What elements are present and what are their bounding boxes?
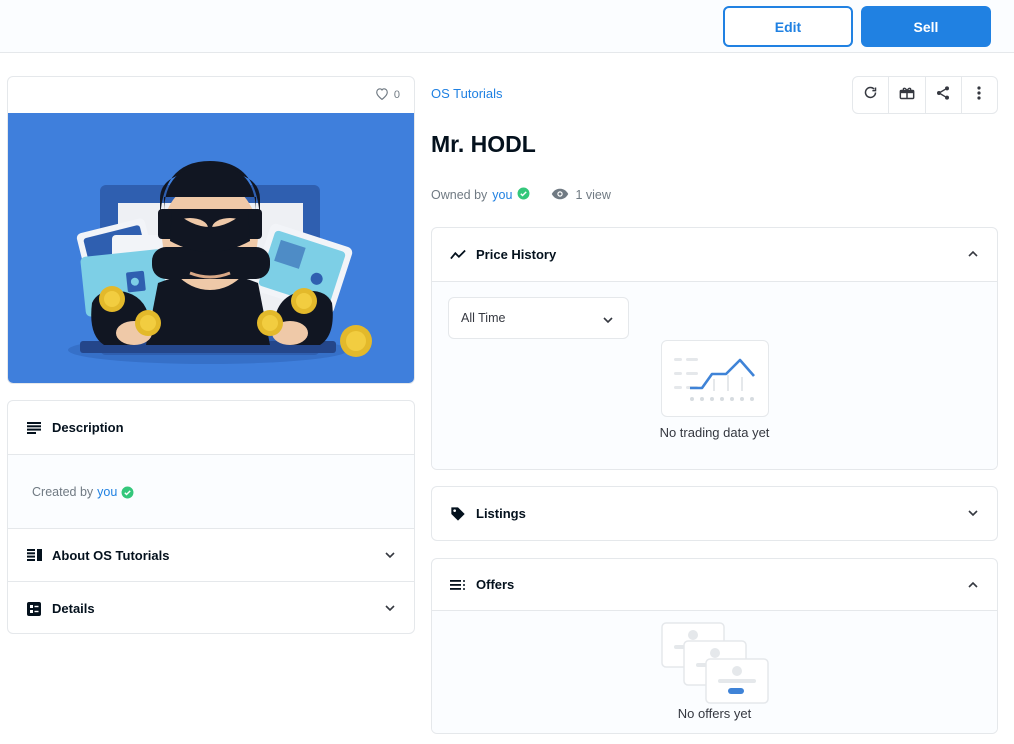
item-image[interactable] — [8, 113, 414, 383]
about-title: About OS Tutorials — [52, 547, 170, 563]
no-offers-text: No offers yet — [677, 706, 752, 721]
created-by-label: Created by — [32, 485, 94, 499]
verified-icon — [121, 486, 134, 502]
item-media-card: 0 — [7, 76, 415, 384]
list-icon — [450, 577, 466, 593]
chevron-up-icon[interactable] — [967, 579, 979, 594]
offers-body: No offers yet — [432, 611, 997, 733]
chevron-down-icon[interactable] — [384, 602, 396, 617]
price-history-card: Price History All Time No trading data y… — [431, 227, 998, 470]
refresh-button[interactable] — [853, 77, 890, 113]
details-header[interactable]: Details — [8, 582, 414, 633]
item-info-card: Description Created by you About OS Tuto… — [7, 400, 415, 634]
details-icon — [26, 601, 42, 617]
top-action-bar: Edit Sell — [0, 0, 1014, 53]
offers-title: Offers — [476, 577, 515, 592]
listings-title: Listings — [476, 506, 526, 521]
chevron-up-icon[interactable] — [967, 248, 979, 263]
item-actions — [852, 76, 998, 114]
listings-card: Listings — [431, 486, 998, 541]
favorites-count: 0 — [393, 89, 400, 101]
more-button[interactable] — [962, 77, 997, 113]
owner-link[interactable]: you — [492, 188, 512, 202]
empty-offers-icon — [660, 621, 772, 705]
creator-link[interactable]: you — [97, 485, 117, 499]
time-range-select[interactable]: All Time — [448, 297, 629, 339]
collection-link[interactable]: OS Tutorials — [431, 86, 503, 101]
sell-button[interactable]: Sell — [861, 6, 991, 47]
price-history-body: All Time No trading data yet — [432, 282, 997, 469]
price-history-title: Price History — [476, 247, 557, 262]
tag-icon — [450, 506, 466, 522]
chevron-down-icon[interactable] — [384, 549, 396, 564]
chevron-down-icon[interactable] — [967, 507, 979, 522]
transfer-button[interactable] — [889, 77, 926, 113]
heart-icon[interactable] — [375, 87, 389, 103]
media-header: 0 — [8, 77, 414, 113]
refresh-icon — [863, 85, 878, 105]
eye-icon — [551, 188, 569, 203]
details-title: Details — [52, 601, 95, 616]
share-icon — [935, 85, 951, 106]
empty-chart-icon — [661, 340, 769, 417]
about-header[interactable]: About OS Tutorials — [8, 529, 414, 582]
verified-icon — [517, 187, 530, 203]
listings-header[interactable]: Listings — [432, 487, 997, 540]
description-body: Created by you — [8, 455, 414, 529]
price-history-header[interactable]: Price History — [432, 228, 997, 282]
gift-icon — [899, 85, 915, 105]
views-count: 1 view — [551, 188, 611, 203]
chevron-down-icon — [602, 314, 614, 328]
no-trading-data-text: No trading data yet — [659, 425, 770, 440]
offers-card: Offers No offers yet — [431, 558, 998, 734]
views-label: 1 view — [575, 188, 611, 202]
columns-icon — [26, 547, 42, 563]
offers-header[interactable]: Offers — [432, 559, 997, 611]
edit-button[interactable]: Edit — [723, 6, 853, 47]
owned-by-label: Owned by — [431, 188, 488, 202]
more-vertical-icon — [977, 85, 981, 105]
description-title: Description — [52, 420, 124, 435]
text-lines-icon — [26, 420, 42, 436]
trending-icon — [450, 247, 466, 263]
owner-row: Owned by you 1 view — [431, 187, 611, 203]
description-header[interactable]: Description — [8, 401, 414, 455]
time-range-value: All Time — [461, 311, 506, 325]
share-button[interactable] — [926, 77, 962, 113]
item-title: Mr. HODL — [431, 131, 536, 157]
